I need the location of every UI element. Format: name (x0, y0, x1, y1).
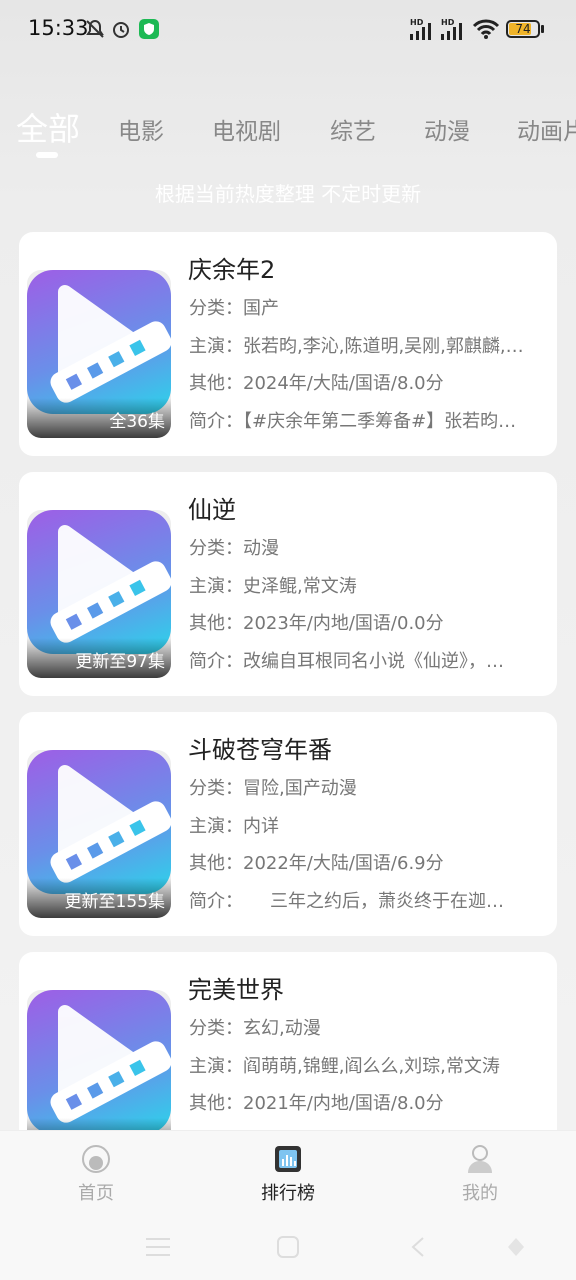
play-clapper-icon (50, 765, 171, 883)
category-row-value: 动漫 (243, 538, 279, 559)
info-row: 其他：2021年/内地/国语/8.0分 (189, 1089, 544, 1115)
category-row-value: 玄幻,动漫 (243, 1018, 321, 1039)
wifi-icon (472, 19, 500, 39)
show-poster[interactable]: 全36集 (27, 270, 171, 438)
category-tabs: 全部 电影 电视剧 综艺 动漫 动画片 (0, 100, 576, 160)
intro-row-label: 简介： (189, 651, 243, 672)
intro-row-value: 改编自耳根同名小说《仙逆》，… (243, 651, 504, 672)
cast-row-label: 主演： (189, 336, 243, 357)
intro-row-value: 三年之约后，萧炎终于在迦… (234, 891, 504, 912)
tab-indicator (36, 152, 58, 158)
cast-row-value: 张若昀,李沁,陈道明,吴刚,郭麒麟,… (243, 336, 524, 357)
episode-badge: 更新至155集 (64, 892, 165, 912)
nav-home[interactable]: 首页 (36, 1143, 156, 1205)
cast-row-label: 主演： (189, 816, 243, 837)
category-row-value: 国产 (243, 298, 279, 319)
info-row-value: 2022年/大陆/国语/6.9分 (243, 853, 444, 874)
category-row-value: 冒险,国产动漫 (243, 778, 357, 799)
cast-row: 主演：阎萌萌,锦鲤,阎么么,刘琮,常文涛 (189, 1052, 544, 1078)
signal-icon (410, 23, 431, 40)
back-icon[interactable] (410, 1236, 426, 1258)
show-poster[interactable]: 更新至97集 (27, 510, 171, 678)
show-card[interactable]: 全36集 庆余年2 分类：国产 主演：张若昀,李沁,陈道明,吴刚,郭麒麟,… 其他：… (19, 232, 557, 456)
show-title[interactable]: 庆余年2 (188, 250, 275, 285)
show-title[interactable]: 仙逆 (188, 490, 236, 525)
play-clapper-icon (50, 285, 171, 403)
show-card[interactable]: 更新至155集 斗破苍穹年番 分类：冒险,国产动漫 主演：内详 其他：2022年/大… (19, 712, 557, 936)
cast-row-label: 主演： (189, 1056, 243, 1077)
info-row-label: 其他： (189, 613, 243, 634)
profile-icon (468, 1145, 492, 1173)
battery-icon: 74 (506, 20, 540, 38)
ranking-icon (275, 1146, 301, 1172)
cast-row-value: 史泽鲲,常文涛 (243, 576, 357, 597)
category-row-label: 分类： (189, 538, 243, 559)
category-row-label: 分类： (189, 1018, 243, 1039)
nav-ranking[interactable]: 排行榜 (228, 1143, 348, 1205)
alarm-icon (113, 22, 129, 38)
nav-profile[interactable]: 我的 (420, 1143, 540, 1205)
category-row: 分类：冒险,国产动漫 (189, 774, 544, 800)
intro-row: 简介：【#庆余年第二季筹备#】张若昀… (189, 407, 544, 433)
home-button-icon[interactable] (277, 1236, 299, 1258)
info-row-value: 2024年/大陆/国语/8.0分 (243, 373, 444, 394)
info-row-value: 2021年/内地/国语/8.0分 (243, 1093, 444, 1114)
tab-cartoon[interactable]: 动画片 (517, 112, 576, 146)
cast-row-value: 内详 (243, 816, 279, 837)
cast-row: 主演：张若昀,李沁,陈道明,吴刚,郭麒麟,… (189, 332, 544, 358)
nav-home-label: 首页 (78, 1183, 114, 1204)
info-row: 其他：2023年/内地/国语/0.0分 (189, 609, 544, 635)
intro-row-label: 简介： (189, 891, 234, 912)
show-title[interactable]: 完美世界 (188, 970, 284, 1005)
bottom-nav: 首页 排行榜 我的 (0, 1130, 576, 1216)
intro-row-value: 【#庆余年第二季筹备#】张若昀… (243, 411, 517, 432)
signal-icon (441, 23, 462, 40)
cast-row: 主演：史泽鲲,常文涛 (189, 572, 544, 598)
category-row: 分类：国产 (189, 294, 544, 320)
category-row: 分类：动漫 (189, 534, 544, 560)
tab-movie[interactable]: 电影 (118, 112, 164, 146)
category-row-label: 分类： (189, 298, 243, 319)
ranking-subtitle: 根据当前热度整理 不定时更新 (154, 182, 422, 206)
tab-tv-series[interactable]: 电视剧 (212, 112, 281, 146)
battery-cap (541, 25, 544, 33)
play-clapper-icon (50, 1005, 171, 1123)
cast-row: 主演：内详 (189, 812, 544, 838)
episode-badge: 全36集 (109, 412, 165, 432)
tab-variety[interactable]: 综艺 (330, 112, 376, 146)
cast-row-value: 阎萌萌,锦鲤,阎么么,刘琮,常文涛 (243, 1056, 500, 1077)
info-row-label: 其他： (189, 853, 243, 874)
nav-ranking-label: 排行榜 (261, 1183, 315, 1204)
tab-all[interactable]: 全部 (16, 104, 80, 150)
episode-badge: 更新至97集 (75, 652, 165, 672)
intro-row-label: 简介： (189, 411, 243, 432)
info-row: 其他：2022年/大陆/国语/6.9分 (189, 849, 544, 875)
category-row: 分类：玄幻,动漫 (189, 1014, 544, 1040)
category-row-label: 分类： (189, 778, 243, 799)
info-row: 其他：2024年/大陆/国语/8.0分 (189, 369, 544, 395)
show-card[interactable]: 更新至97集 仙逆 分类：动漫 主演：史泽鲲,常文涛 其他：2023年/内地/国语/… (19, 472, 557, 696)
status-bar: 15:33 HD HD 74 (0, 0, 576, 60)
shield-app-icon (139, 19, 159, 39)
play-clapper-icon (50, 525, 171, 643)
status-time: 15:33 (28, 16, 89, 40)
info-row-value: 2023年/内地/国语/0.0分 (243, 613, 444, 634)
intro-row: 简介： 三年之约后，萧炎终于在迦… (189, 887, 544, 913)
assistant-icon[interactable] (506, 1236, 526, 1258)
nav-profile-label: 我的 (462, 1183, 498, 1204)
cast-row-label: 主演： (189, 576, 243, 597)
tab-anime[interactable]: 动漫 (424, 112, 470, 146)
system-nav-bar (0, 1216, 576, 1280)
mute-bell-icon (86, 19, 104, 38)
intro-row: 简介：改编自耳根同名小说《仙逆》，… (189, 647, 544, 673)
home-icon (82, 1145, 110, 1173)
info-row-label: 其他： (189, 373, 243, 394)
show-title[interactable]: 斗破苍穹年番 (188, 730, 332, 765)
info-row-label: 其他： (189, 1093, 243, 1114)
menu-icon[interactable] (146, 1236, 170, 1258)
battery-level: 74 (515, 22, 531, 36)
show-poster[interactable]: 更新至155集 (27, 750, 171, 918)
